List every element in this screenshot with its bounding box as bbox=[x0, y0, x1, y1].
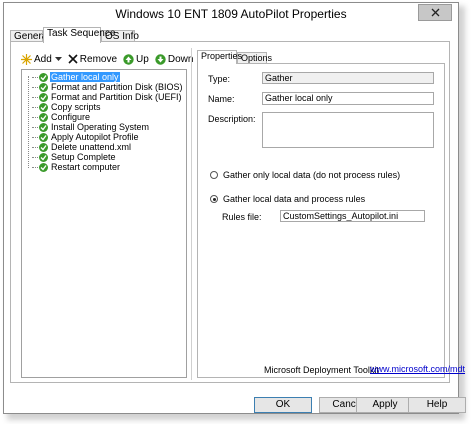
tree-item-label: Setup Complete bbox=[51, 152, 116, 162]
remove-button[interactable]: Remove bbox=[68, 54, 117, 65]
rules-file-label: Rules file: bbox=[222, 212, 262, 222]
type-label: Type: bbox=[208, 74, 231, 84]
close-icon bbox=[431, 8, 439, 17]
tree-connector bbox=[28, 76, 30, 168]
check-icon bbox=[39, 102, 48, 112]
arrow-down-icon bbox=[155, 53, 166, 65]
remove-label: Remove bbox=[79, 53, 118, 65]
tree-item-restart-computer[interactable]: Restart computer bbox=[32, 162, 121, 172]
close-button[interactable] bbox=[418, 4, 452, 21]
radio-button-on bbox=[210, 195, 218, 203]
tree-item-label: Install Operating System bbox=[51, 122, 150, 132]
tree-item-label: Configure bbox=[51, 112, 91, 122]
tree-item-label: Copy scripts bbox=[51, 102, 101, 112]
tree-item-label: Format and Partition Disk (BIOS) bbox=[51, 82, 183, 92]
tree-item-setup-complete[interactable]: Setup Complete bbox=[32, 152, 117, 162]
footer-brand: Microsoft Deployment Toolkit bbox=[264, 365, 379, 375]
type-field: Gather bbox=[262, 72, 434, 84]
check-icon bbox=[39, 142, 48, 152]
description-textarea[interactable] bbox=[262, 112, 434, 148]
tree-item-delete-unattend[interactable]: Delete unattend.xml bbox=[32, 142, 132, 152]
radio-label: Gather only local data (do not process r… bbox=[223, 170, 401, 180]
tree-item-copy-scripts[interactable]: Copy scripts bbox=[32, 102, 102, 112]
radio-button-off bbox=[210, 171, 218, 179]
up-label: Up bbox=[136, 53, 149, 65]
tree-item-apply-autopilot[interactable]: Apply Autopilot Profile bbox=[32, 132, 140, 142]
check-icon bbox=[39, 132, 48, 142]
description-label: Description: bbox=[208, 114, 256, 124]
tree-item-label: Gather local only bbox=[50, 72, 120, 82]
properties-panel: Type: Gather Name: Gather local only Des… bbox=[197, 63, 445, 378]
up-button[interactable]: Up bbox=[123, 54, 149, 65]
name-label: Name: bbox=[208, 94, 235, 104]
properties-window: Windows 10 ENT 1809 AutoPilot Properties… bbox=[3, 2, 466, 414]
sequence-toolbar: Add Remove Up Down bbox=[21, 51, 199, 67]
tree-item-label: Delete unattend.xml bbox=[51, 142, 132, 152]
tree-item-label: Restart computer bbox=[51, 162, 121, 172]
check-icon bbox=[39, 122, 48, 132]
tree-item-format-bios[interactable]: Format and Partition Disk (BIOS) bbox=[32, 82, 184, 92]
check-icon bbox=[39, 72, 48, 82]
down-button[interactable]: Down bbox=[155, 53, 194, 65]
tree-item-configure[interactable]: Configure bbox=[32, 112, 91, 122]
rules-file-input[interactable]: CustomSettings_Autopilot.ini bbox=[280, 210, 425, 222]
tree-item-install-os[interactable]: Install Operating System bbox=[32, 122, 150, 132]
tree-item-label: Apply Autopilot Profile bbox=[51, 132, 139, 142]
add-button[interactable]: Add bbox=[21, 53, 62, 65]
tree-item-format-uefi[interactable]: Format and Partition Disk (UEFI) bbox=[32, 92, 183, 102]
radio-gather-process-rules[interactable]: Gather local data and process rules bbox=[210, 194, 365, 204]
tab-task-sequence[interactable]: Task Sequence bbox=[43, 27, 115, 43]
down-label: Down bbox=[167, 53, 194, 65]
dropdown-arrow-icon bbox=[54, 56, 62, 61]
footer-link[interactable]: www.microsoft.com/mdt bbox=[370, 364, 465, 374]
check-icon bbox=[39, 92, 48, 102]
add-label: Add bbox=[34, 53, 52, 65]
arrow-up-icon bbox=[123, 53, 134, 65]
window-title: Windows 10 ENT 1809 AutoPilot Properties bbox=[115, 7, 347, 21]
check-icon bbox=[39, 152, 48, 162]
tab-properties[interactable]: Properties bbox=[197, 50, 242, 64]
tree-item-label: Format and Partition Disk (UEFI) bbox=[51, 92, 182, 102]
ok-button[interactable]: OK bbox=[254, 397, 312, 413]
apply-button[interactable]: Apply bbox=[356, 397, 414, 413]
tree-item-gather-local-only[interactable]: Gather local only bbox=[32, 72, 120, 82]
check-icon bbox=[39, 162, 48, 172]
pane-splitter[interactable] bbox=[191, 48, 192, 380]
radio-label: Gather local data and process rules bbox=[223, 194, 366, 204]
title-bar[interactable]: Windows 10 ENT 1809 AutoPilot Properties bbox=[4, 3, 458, 24]
add-sparkle-icon bbox=[21, 53, 32, 65]
radio-gather-only-local[interactable]: Gather only local data (do not process r… bbox=[210, 170, 400, 180]
check-icon bbox=[39, 112, 48, 122]
remove-x-icon bbox=[68, 54, 78, 64]
help-button[interactable]: Help bbox=[408, 397, 466, 413]
task-sequence-tree[interactable]: Gather local only Format and Partition D… bbox=[21, 69, 187, 378]
name-input[interactable]: Gather local only bbox=[262, 92, 434, 105]
check-icon bbox=[39, 82, 48, 92]
task-sequence-panel: Add Remove Up Down Gather local only For… bbox=[10, 41, 450, 383]
